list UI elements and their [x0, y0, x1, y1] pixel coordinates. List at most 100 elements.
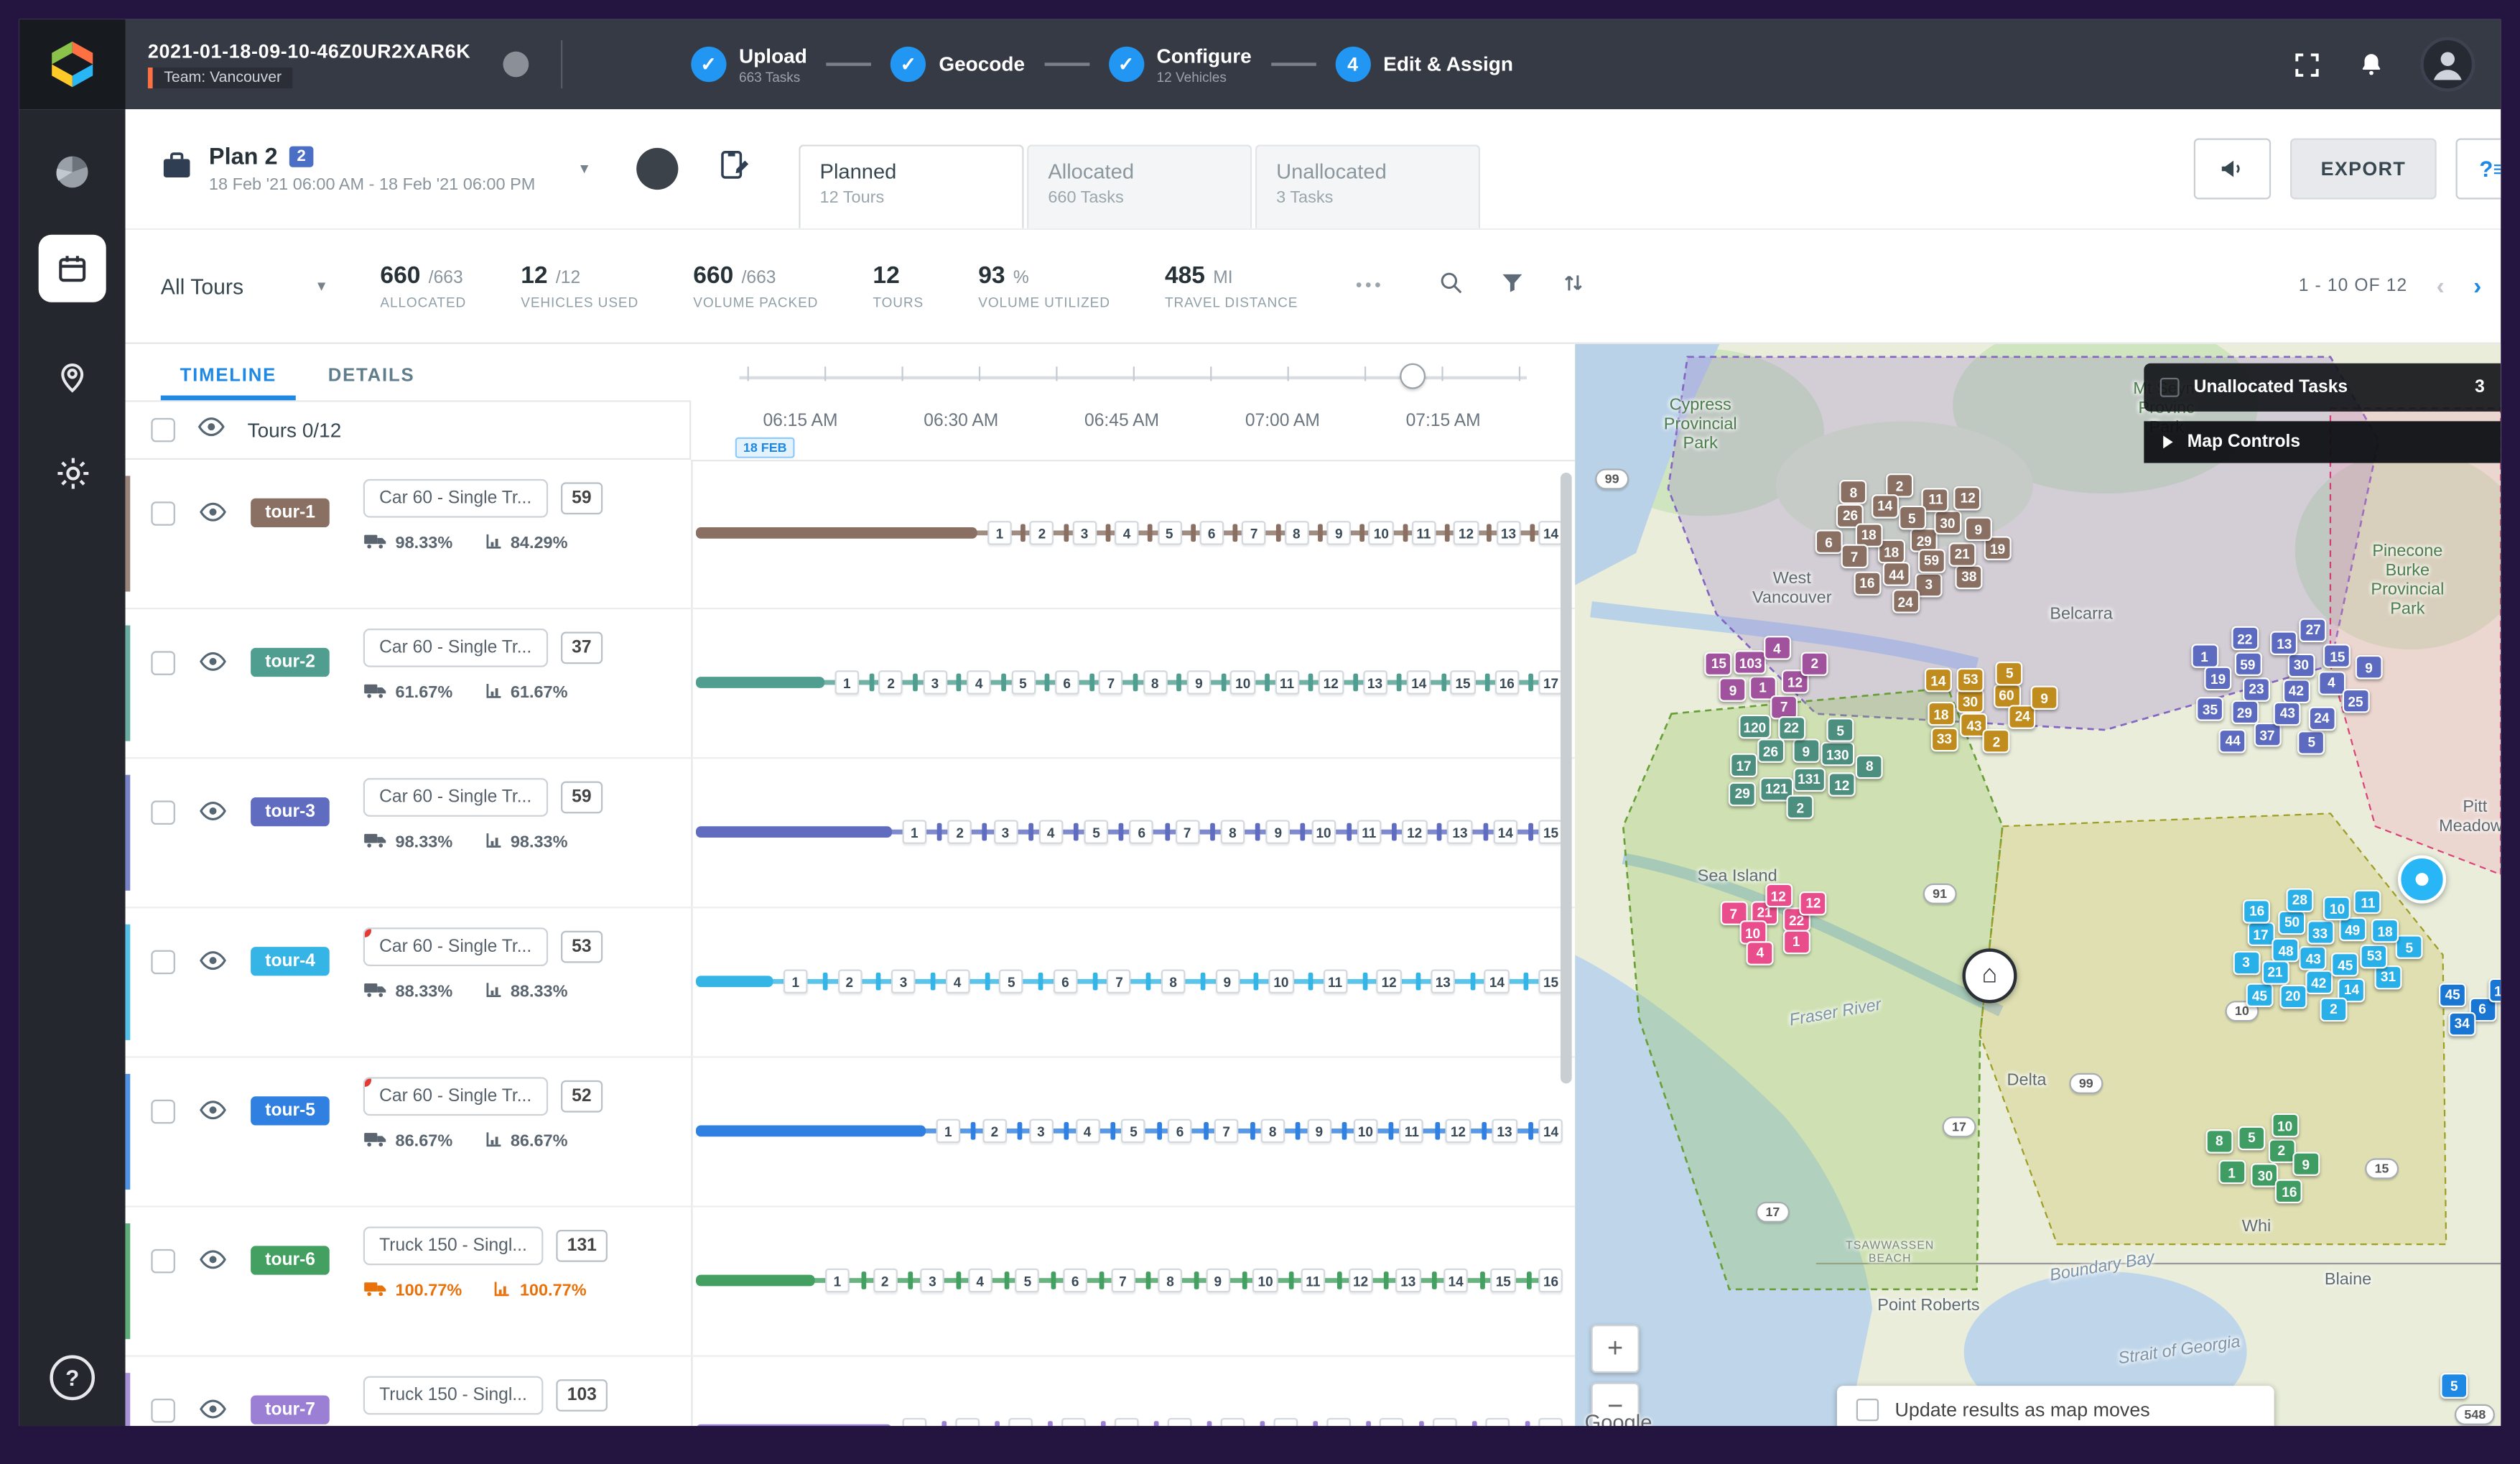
task-marker[interactable]: 45 — [2246, 983, 2273, 1008]
task-marker[interactable]: 131 — [1793, 767, 1825, 792]
stop-chip[interactable]: 14 — [1538, 1119, 1563, 1144]
task-marker[interactable]: 37 — [2254, 723, 2281, 747]
stop-chip[interactable]: 8 — [1221, 820, 1245, 844]
task-marker[interactable]: 8 — [1856, 754, 1883, 779]
stop-chip[interactable]: 9 — [1307, 1119, 1331, 1144]
stop-chip[interactable]: 13 — [1362, 670, 1387, 695]
task-marker[interactable]: 120 — [1739, 715, 1771, 739]
stop-chip[interactable]: 15 — [1538, 820, 1563, 844]
tour-badge[interactable]: tour-1 — [251, 499, 330, 527]
task-marker[interactable]: 30 — [1957, 690, 1984, 714]
task-marker[interactable]: 18 — [1928, 702, 1955, 726]
stop-chip[interactable]: 10 — [1269, 969, 1294, 993]
stop-chip[interactable]: 9 — [1187, 670, 1212, 695]
task-marker[interactable]: 10 — [2324, 897, 2351, 921]
task-marker[interactable]: 8 — [2205, 1129, 2233, 1154]
sidebar-item-tracking[interactable] — [53, 357, 92, 396]
task-marker[interactable]: 16 — [1854, 571, 1881, 596]
task-marker[interactable]: 11 — [2354, 890, 2381, 914]
task-marker[interactable]: 1 — [2218, 1160, 2246, 1185]
stop-chip[interactable]: 2 — [837, 969, 862, 993]
task-marker[interactable]: 44 — [1883, 562, 1910, 587]
user-avatar[interactable] — [2420, 37, 2475, 91]
vehicle-pill[interactable]: Truck 150 - Singl... — [363, 1227, 543, 1266]
task-marker[interactable]: 30 — [2251, 1163, 2279, 1187]
eye-toggle[interactable] — [199, 501, 226, 530]
task-marker[interactable]: 9 — [2031, 686, 2058, 710]
slider-handle[interactable] — [1400, 363, 1426, 389]
stop-chip[interactable]: 8 — [1260, 1119, 1285, 1144]
plan-dropdown-caret[interactable]: ▾ — [580, 160, 588, 178]
stop-chip[interactable]: 8 — [1143, 670, 1167, 695]
select-all-checkbox[interactable] — [151, 418, 175, 443]
stop-chip[interactable]: 10 — [1380, 1418, 1405, 1426]
task-marker[interactable]: 17 — [2247, 922, 2274, 947]
task-marker[interactable]: 44 — [2219, 729, 2246, 754]
task-marker[interactable]: 9 — [1719, 678, 1747, 703]
sidebar-item-settings[interactable] — [52, 453, 93, 494]
stop-chip[interactable]: 12 — [1319, 670, 1344, 695]
stop-chip[interactable]: 13 — [1538, 1418, 1563, 1426]
tour-checkbox[interactable] — [151, 651, 175, 675]
task-marker[interactable]: 130 — [1821, 743, 1854, 767]
stop-chip[interactable]: 4 — [968, 1269, 992, 1293]
plan-tab-unallocated[interactable]: Unallocated3 Tasks — [1255, 144, 1480, 228]
stop-chip[interactable]: 10 — [1369, 521, 1394, 545]
step-edit-assign[interactable]: 4Edit & Assign — [1335, 47, 1513, 82]
tour-badge[interactable]: tour-7 — [251, 1395, 330, 1424]
stop-chip[interactable]: 2 — [955, 1418, 980, 1426]
stop-chip[interactable]: 1 — [835, 670, 860, 695]
task-marker[interactable]: 38 — [1956, 565, 1983, 589]
task-marker[interactable]: 103 — [1734, 650, 1767, 675]
task-marker[interactable]: 5 — [1996, 661, 2023, 685]
stop-chip[interactable]: 9 — [1206, 1269, 1230, 1293]
tour-badge[interactable]: tour-2 — [251, 648, 330, 677]
task-marker[interactable]: 16 — [2276, 1180, 2303, 1204]
stop-chip[interactable]: 4 — [1115, 521, 1139, 545]
stop-chip[interactable]: 11 — [1400, 1119, 1424, 1144]
stop-chip[interactable]: 6 — [1168, 1418, 1192, 1426]
tour-checkbox[interactable] — [151, 501, 175, 526]
task-marker[interactable]: 3 — [2233, 950, 2260, 975]
task-marker[interactable]: 4 — [2317, 671, 2345, 695]
task-marker[interactable]: 23 — [2243, 677, 2270, 701]
fullscreen-icon[interactable] — [2292, 49, 2323, 80]
task-marker[interactable]: 2 — [1983, 730, 2010, 754]
tour-checkbox[interactable] — [151, 1249, 175, 1274]
stop-chip[interactable]: 5 — [1122, 1119, 1146, 1144]
zoom-in-button[interactable]: + — [1591, 1325, 1640, 1373]
task-marker[interactable]: 49 — [2339, 918, 2366, 942]
plan-tab-allocated[interactable]: Allocated660 Tasks — [1027, 144, 1252, 228]
stop-chip[interactable]: 15 — [1538, 969, 1563, 993]
stop-chip[interactable]: 11 — [1433, 1418, 1457, 1426]
task-marker[interactable]: 13 — [2271, 631, 2298, 656]
task-marker[interactable]: 53 — [1957, 667, 1984, 692]
stop-chip[interactable]: 12 — [1446, 1119, 1471, 1144]
stop-chip[interactable]: 14 — [1493, 820, 1518, 844]
stop-chip[interactable]: 1 — [987, 521, 1012, 545]
task-marker[interactable]: 8 — [1840, 480, 1867, 504]
eye-toggle[interactable] — [199, 1249, 226, 1278]
step-configure[interactable]: ✓Configure12 Vehicles — [1108, 45, 1251, 85]
tours-filter-dropdown[interactable]: All Tours ▾ — [161, 274, 326, 299]
task-marker[interactable]: 29 — [1729, 782, 1756, 807]
stop-chip[interactable]: 2 — [879, 670, 903, 695]
task-marker[interactable]: 7 — [1841, 545, 1868, 569]
task-marker[interactable]: 16 — [2244, 899, 2271, 923]
stop-chip[interactable]: 2 — [982, 1119, 1007, 1144]
task-marker[interactable]: 5 — [1898, 506, 1925, 530]
stop-chip[interactable]: 4 — [1061, 1418, 1086, 1426]
task-marker[interactable]: 11 — [1922, 487, 1949, 511]
task-marker[interactable]: 12 — [1765, 884, 1792, 908]
stop-chip[interactable]: 12 — [1402, 820, 1427, 844]
stop-chip[interactable]: 7 — [1107, 969, 1132, 993]
task-marker[interactable]: 1 — [2191, 644, 2218, 668]
announce-button[interactable] — [2194, 138, 2271, 199]
stop-chip[interactable]: 6 — [1054, 969, 1078, 993]
task-marker[interactable]: 5 — [2298, 730, 2325, 754]
sidebar-item-dashboard[interactable] — [52, 151, 93, 193]
task-marker[interactable]: 4 — [1747, 941, 1774, 965]
stop-chip[interactable]: 4 — [967, 670, 991, 695]
task-marker[interactable]: 27 — [2300, 618, 2327, 642]
sidebar-item-planner-active[interactable] — [39, 235, 106, 302]
